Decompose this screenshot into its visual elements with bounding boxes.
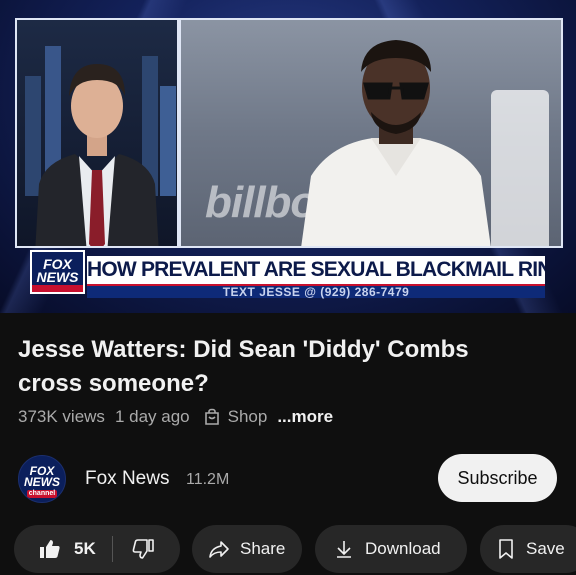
- share-label: Share: [240, 539, 286, 558]
- share-icon: [208, 538, 230, 560]
- channel-row: FOX NEWS channel Fox News 11.2M Subscrib…: [0, 451, 576, 503]
- like-divider: [111, 536, 113, 562]
- share-button[interactable]: Share: [192, 525, 302, 573]
- video-title[interactable]: Jesse Watters: Did Sean 'Diddy' Combs cr…: [18, 333, 538, 401]
- channel-avatar[interactable]: FOX NEWS channel: [18, 455, 66, 503]
- save-icon: [496, 538, 516, 560]
- news-anchor-image: [35, 64, 159, 246]
- shop-link[interactable]: Shop: [228, 405, 268, 429]
- action-bar: 5K Share Download Save: [0, 525, 576, 575]
- video-player[interactable]: billbo FOX NEWS HOW PREVALENT ARE SEXUAL…: [0, 0, 576, 313]
- dislike-icon[interactable]: [131, 537, 155, 561]
- shop-icon[interactable]: [202, 407, 222, 427]
- more-link[interactable]: ...more: [277, 405, 333, 429]
- download-icon: [333, 538, 355, 560]
- download-button[interactable]: Download: [315, 525, 467, 573]
- subscriber-count: 11.2M: [186, 471, 230, 488]
- lower-third-chyron: FOX NEWS HOW PREVALENT ARE SEXUAL BLACKM…: [30, 250, 545, 300]
- video-info-section: Jesse Watters: Did Sean 'Diddy' Combs cr…: [0, 313, 576, 573]
- subject-image: [301, 40, 491, 246]
- logo-line-2: NEWS: [36, 269, 79, 285]
- subscribe-button[interactable]: Subscribe: [438, 454, 557, 502]
- subject-panel: billbo: [179, 18, 563, 248]
- channel-name[interactable]: Fox News: [85, 467, 169, 491]
- like-count[interactable]: 5K: [74, 539, 96, 559]
- anchor-panel: [15, 18, 179, 248]
- logo-red-bar: [32, 285, 83, 292]
- save-label: Save: [526, 539, 565, 558]
- download-label: Download: [365, 539, 441, 558]
- like-icon[interactable]: [38, 537, 62, 561]
- fox-news-logo: FOX NEWS: [30, 250, 85, 294]
- avatar-line-3: channel: [27, 490, 57, 498]
- upload-age: 1 day ago: [114, 407, 190, 426]
- view-count: 373K views: [18, 407, 105, 426]
- save-button[interactable]: Save: [480, 525, 576, 573]
- chyron-headline: HOW PREVALENT ARE SEXUAL BLACKMAIL RINGS…: [87, 256, 545, 284]
- like-dislike-pill: 5K: [14, 525, 180, 573]
- backdrop-building: [160, 86, 176, 196]
- video-metadata[interactable]: 373K views 1 day ago Shop ...more: [18, 405, 333, 429]
- chyron-ticker: TEXT JESSE @ (929) 286-7479: [87, 284, 545, 298]
- avatar-line-2: NEWS: [24, 475, 60, 489]
